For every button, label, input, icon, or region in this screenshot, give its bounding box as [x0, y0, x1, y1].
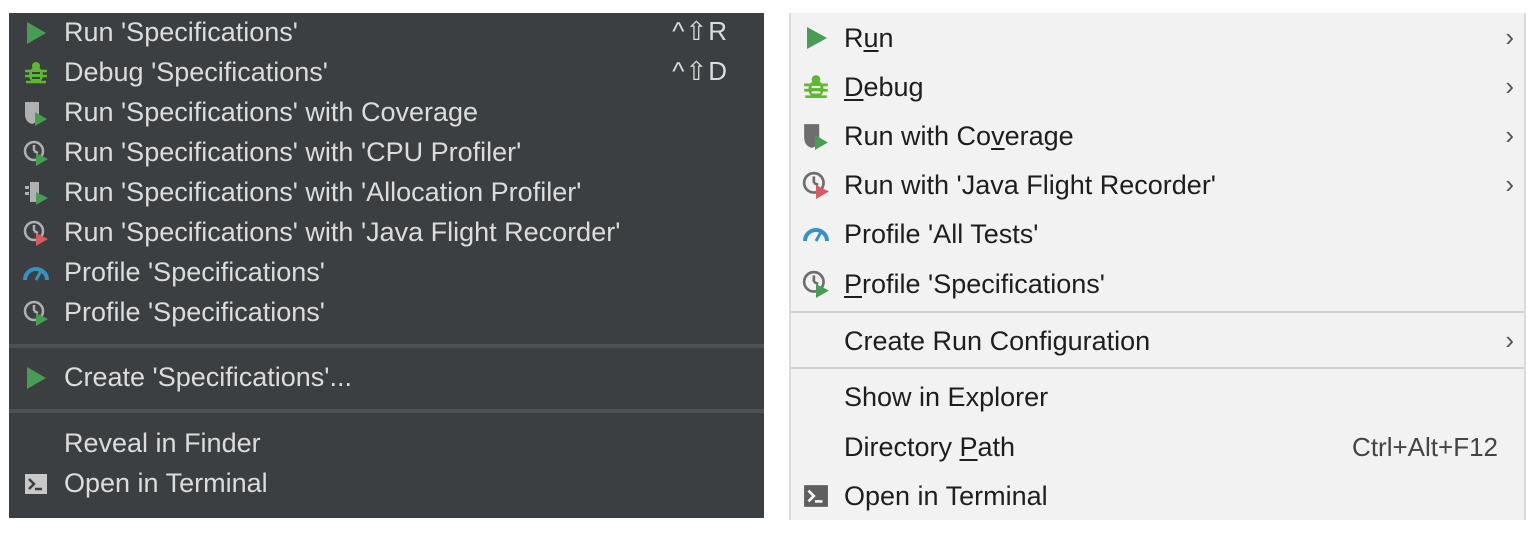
menu-item-reveal-in-finder[interactable]: Reveal in Finder — [9, 424, 764, 464]
menu-item-run[interactable]: Run › — [791, 14, 1524, 62]
menu-item-label: Show in Explorer — [844, 382, 1049, 412]
menu-item-show-in-explorer[interactable]: Show in Explorer — [791, 373, 1524, 421]
dark-context-menu: Run 'Specifications' ^⇧R Debug 'Specific… — [9, 13, 764, 518]
menu-item-run-with-coverage[interactable]: Run with Coverage › — [791, 112, 1524, 160]
submenu-arrow-icon: › — [1505, 22, 1514, 52]
menu-item-label: Profile 'Specifications' — [64, 257, 325, 287]
submenu-arrow-icon: › — [1505, 325, 1514, 355]
menu-item-label: Open in Terminal — [844, 481, 1048, 511]
terminal-icon — [801, 481, 831, 511]
menu-item-shortcut: ^⇧R — [672, 16, 728, 46]
coverage-icon — [22, 99, 50, 127]
menu-item-run-with-allocation-profiler[interactable]: Run 'Specifications' with 'Allocation Pr… — [9, 173, 764, 213]
menu-item-label: Run 'Specifications' with 'Java Flight R… — [64, 217, 621, 247]
run-icon — [801, 23, 831, 53]
profiler-gauge-icon — [22, 259, 50, 287]
menu-item-run-specifications[interactable]: Run 'Specifications' ^⇧R — [9, 13, 764, 53]
menu-item-open-in-terminal[interactable]: Open in Terminal — [791, 472, 1524, 520]
profile-run-icon — [801, 269, 831, 299]
menu-item-label: Profile 'All Tests' — [844, 219, 1039, 249]
menu-item-run-with-flight-recorder[interactable]: Run 'Specifications' with 'Java Flight R… — [9, 213, 764, 253]
flight-recorder-icon — [801, 170, 831, 200]
light-context-menu: Run › Debug › Run with Coverage › Run wi… — [789, 13, 1526, 520]
allocation-profiler-icon — [22, 179, 50, 207]
menu-item-run-with-coverage[interactable]: Run 'Specifications' with Coverage — [9, 93, 764, 133]
menu-item-label: Run with 'Java Flight Recorder' — [844, 170, 1216, 200]
menu-item-debug-specifications[interactable]: Debug 'Specifications' ^⇧D — [9, 53, 764, 93]
cpu-profiler-icon — [22, 139, 50, 167]
debug-icon — [801, 72, 831, 102]
menu-separator — [9, 409, 764, 413]
menu-item-label: Profile 'Specifications' — [64, 297, 325, 327]
mnemonic: v — [991, 121, 1005, 151]
menu-item-label: Open in Terminal — [64, 468, 268, 498]
menu-item-label: Profile 'Specifications' — [844, 269, 1105, 299]
flight-recorder-icon — [22, 219, 50, 247]
mnemonic: P — [959, 432, 978, 462]
menu-item-label: Debug 'Specifications' — [64, 57, 328, 87]
submenu-arrow-icon: › — [1505, 169, 1514, 199]
menu-item-label: Create Run Configuration — [844, 326, 1151, 356]
coverage-icon — [801, 121, 831, 151]
menu-item-label: Run 'Specifications' with 'CPU Profiler' — [64, 137, 522, 167]
menu-item-run-with-flight-recorder[interactable]: Run with 'Java Flight Recorder' › — [791, 161, 1524, 209]
menu-item-profile-specifications[interactable]: Profile 'Specifications' — [791, 260, 1524, 308]
menu-item-run-with-cpu-profiler[interactable]: Run 'Specifications' with 'CPU Profiler' — [9, 133, 764, 173]
menu-separator — [9, 344, 764, 348]
menu-item-create-specifications[interactable]: Create 'Specifications'... — [9, 358, 764, 398]
menu-item-shortcut: Ctrl+Alt+F12 — [1352, 432, 1498, 462]
menu-item-profile-specifications-2[interactable]: Profile 'Specifications' — [9, 293, 764, 333]
mnemonic: D — [844, 72, 864, 102]
menu-item-open-in-terminal[interactable]: Open in Terminal — [9, 464, 764, 504]
menu-item-label: Run 'Specifications' with 'Allocation Pr… — [64, 177, 582, 207]
menu-item-label: Run 'Specifications' with Coverage — [64, 97, 479, 127]
menu-item-label: Run with Coverage — [844, 121, 1074, 151]
profiler-gauge-icon — [801, 219, 831, 249]
menu-item-label: Create 'Specifications'... — [64, 362, 352, 392]
run-icon — [22, 364, 50, 392]
menu-item-label: Reveal in Finder — [64, 428, 261, 458]
mnemonic: P — [844, 269, 863, 299]
menu-item-directory-path[interactable]: Directory Path Ctrl+Alt+F12 — [791, 423, 1524, 471]
menu-separator — [791, 367, 1524, 369]
menu-item-label: Directory Path — [844, 432, 1016, 462]
menu-item-label: Debug — [844, 72, 924, 102]
debug-icon — [22, 59, 50, 87]
run-icon — [22, 19, 50, 47]
profile-run-icon — [22, 299, 50, 327]
submenu-arrow-icon: › — [1505, 71, 1514, 101]
menu-item-profile-specifications[interactable]: Profile 'Specifications' — [9, 253, 764, 293]
menu-item-shortcut: ^⇧D — [672, 56, 728, 86]
submenu-arrow-icon: › — [1505, 120, 1514, 150]
mnemonic: u — [863, 23, 879, 53]
menu-item-label: Run — [844, 23, 894, 53]
terminal-icon — [22, 470, 50, 498]
menu-item-create-run-configuration[interactable]: Create Run Configuration › — [791, 317, 1524, 365]
menu-item-profile-all-tests[interactable]: Profile 'All Tests' — [791, 210, 1524, 258]
menu-item-debug[interactable]: Debug › — [791, 63, 1524, 111]
menu-separator — [791, 311, 1524, 313]
menu-item-label: Run 'Specifications' — [64, 17, 298, 47]
